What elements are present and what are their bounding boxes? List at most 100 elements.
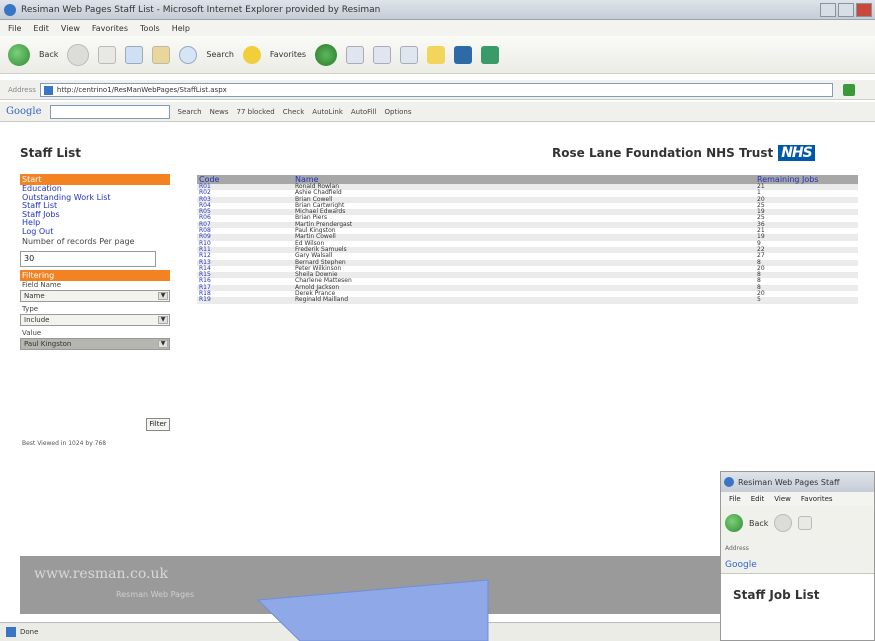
nav-link-staff-jobs[interactable]: Staff Jobs [20, 210, 170, 220]
table-row: R19 Reginald Mailland 5 [197, 296, 858, 304]
inset-back-label[interactable]: Back [749, 519, 768, 528]
type-label: Type [22, 305, 39, 313]
back-label[interactable]: Back [39, 50, 58, 59]
menu-edit[interactable]: Edit [33, 24, 49, 33]
maximize-button[interactable] [838, 3, 854, 17]
ie-icon [4, 3, 16, 16]
nhs-logo: NHS [777, 144, 816, 162]
footer-url: www.resman.co.uk [34, 566, 168, 582]
back-icon[interactable] [8, 43, 30, 66]
value-value: Paul Kingston [24, 340, 72, 348]
google-check-button[interactable]: Check [283, 108, 305, 116]
history-icon[interactable] [346, 45, 365, 64]
field-name-label: Field Name [22, 281, 62, 289]
window-titlebar: Resiman Web Pages Staff List - Microsoft… [0, 0, 875, 20]
search-label[interactable]: Search [206, 50, 233, 59]
column-header-name[interactable]: Name [295, 175, 755, 184]
address-input[interactable]: http://centrino1/ResManWebPages/StaffLis… [39, 82, 833, 97]
table-body: R01 Ronald Rowlan 21 R02 Ashie Chadfield 1 R03… [197, 183, 858, 304]
filtering-header: Filtering [20, 270, 170, 281]
records-per-page-label: Number of records Per page [22, 237, 135, 246]
menu-bar: File Edit View Favorites Tools Help [0, 20, 875, 36]
ie-icon [724, 477, 734, 487]
search-icon[interactable] [179, 45, 198, 64]
field-name-select[interactable]: Name ▼ [20, 290, 170, 302]
folder-icon[interactable] [427, 45, 446, 64]
inset-address-label: Address [725, 544, 749, 552]
menu-favorites[interactable]: Favorites [92, 24, 128, 33]
chevron-down-icon[interactable]: ▼ [158, 340, 168, 348]
remaining-jobs-cell: 5 [757, 296, 761, 304]
google-options-button[interactable]: Options [385, 108, 412, 116]
google-autofill-button[interactable]: AutoFill [351, 108, 377, 116]
address-bar: Address http://centrino1/ResManWebPages/… [0, 80, 875, 100]
sidebar: Start Education Outstanding Work List St… [20, 174, 170, 447]
type-select[interactable]: Include ▼ [20, 314, 170, 326]
google-news-button[interactable]: News [210, 108, 229, 116]
inset-toolbar: Back [721, 506, 874, 540]
name-cell: Reginald Mailland [295, 296, 349, 304]
status-text: Done [20, 628, 39, 636]
inset-address-bar: Address [721, 540, 874, 556]
organization-header: Rose Lane Foundation NHS Trust NHS [552, 144, 816, 162]
messenger-icon[interactable] [454, 45, 473, 64]
window-title: Resiman Web Pages Staff List - Microsoft… [21, 4, 381, 15]
records-per-page-input[interactable]: 30 [20, 251, 156, 267]
menu-tools[interactable]: Tools [140, 24, 160, 33]
page-title: Staff List [20, 146, 82, 160]
window-controls [820, 3, 872, 17]
column-header-remaining-jobs[interactable]: Remaining Jobs [755, 175, 858, 184]
tools-icon[interactable] [481, 45, 500, 64]
favorites-label[interactable]: Favorites [270, 50, 306, 59]
chevron-down-icon[interactable]: ▼ [158, 316, 168, 324]
type-value: Include [24, 316, 50, 324]
go-icon[interactable] [842, 83, 855, 96]
print-icon[interactable] [400, 45, 419, 64]
google-search-button[interactable]: Search [178, 108, 202, 116]
menu-view[interactable]: View [61, 24, 80, 33]
google-popup-blocker[interactable]: 77 blocked [237, 108, 275, 116]
minimize-button[interactable] [820, 3, 836, 17]
forward-icon[interactable] [67, 43, 90, 66]
code-cell[interactable]: R19 [197, 297, 295, 304]
refresh-icon[interactable] [125, 45, 144, 64]
google-logo[interactable]: Google [6, 106, 42, 117]
inset-window: Resiman Web Pages Staff File Edit View F… [720, 471, 875, 641]
close-button[interactable] [856, 3, 872, 17]
page-done-icon [6, 627, 16, 637]
inset-menu-view[interactable]: View [774, 495, 791, 503]
inset-stop-icon[interactable] [798, 516, 813, 530]
favorites-icon[interactable] [242, 45, 261, 64]
nav-link-log-out[interactable]: Log Out [20, 227, 170, 237]
inset-menu-bar: File Edit View Favorites [721, 492, 874, 506]
inset-menu-edit[interactable]: Edit [751, 495, 765, 503]
media-icon[interactable] [315, 43, 338, 66]
field-name-value: Name [24, 292, 45, 300]
staff-table: Code Name Remaining Jobs R01 Ronald Rowla… [197, 175, 858, 304]
column-header-code[interactable]: Code [197, 175, 295, 184]
home-icon[interactable] [152, 45, 171, 64]
inset-title-text: Resiman Web Pages Staff [738, 477, 840, 487]
inset-menu-file[interactable]: File [729, 495, 741, 503]
menu-help[interactable]: Help [172, 24, 190, 33]
google-autolink-button[interactable]: AutoLink [312, 108, 343, 116]
inset-forward-icon[interactable] [774, 514, 793, 532]
best-viewed-note: Best Viewed in 1024 by 768 [22, 440, 107, 447]
google-search-input[interactable] [49, 104, 170, 119]
mail-icon[interactable] [373, 45, 392, 64]
address-label: Address [8, 85, 36, 94]
inset-page-title: Staff Job List [733, 588, 820, 602]
chevron-down-icon[interactable]: ▼ [158, 292, 168, 300]
browser-toolbar: Back Search Favorites [0, 36, 875, 74]
footer-subtitle: Resman Web Pages [116, 590, 195, 599]
inset-google-logo[interactable]: Google [725, 560, 757, 570]
google-toolbar: Google Search News 77 blocked Check Auto… [0, 102, 875, 122]
inset-back-icon[interactable] [725, 514, 743, 532]
filter-button[interactable]: Filter [146, 418, 170, 431]
organization-name: Rose Lane Foundation NHS Trust [552, 146, 774, 160]
inset-menu-favorites[interactable]: Favorites [801, 495, 833, 503]
stop-icon[interactable] [98, 45, 117, 64]
menu-file[interactable]: File [8, 24, 21, 33]
inset-google-toolbar: Google [721, 556, 874, 574]
value-select[interactable]: Paul Kingston ▼ [20, 338, 170, 350]
